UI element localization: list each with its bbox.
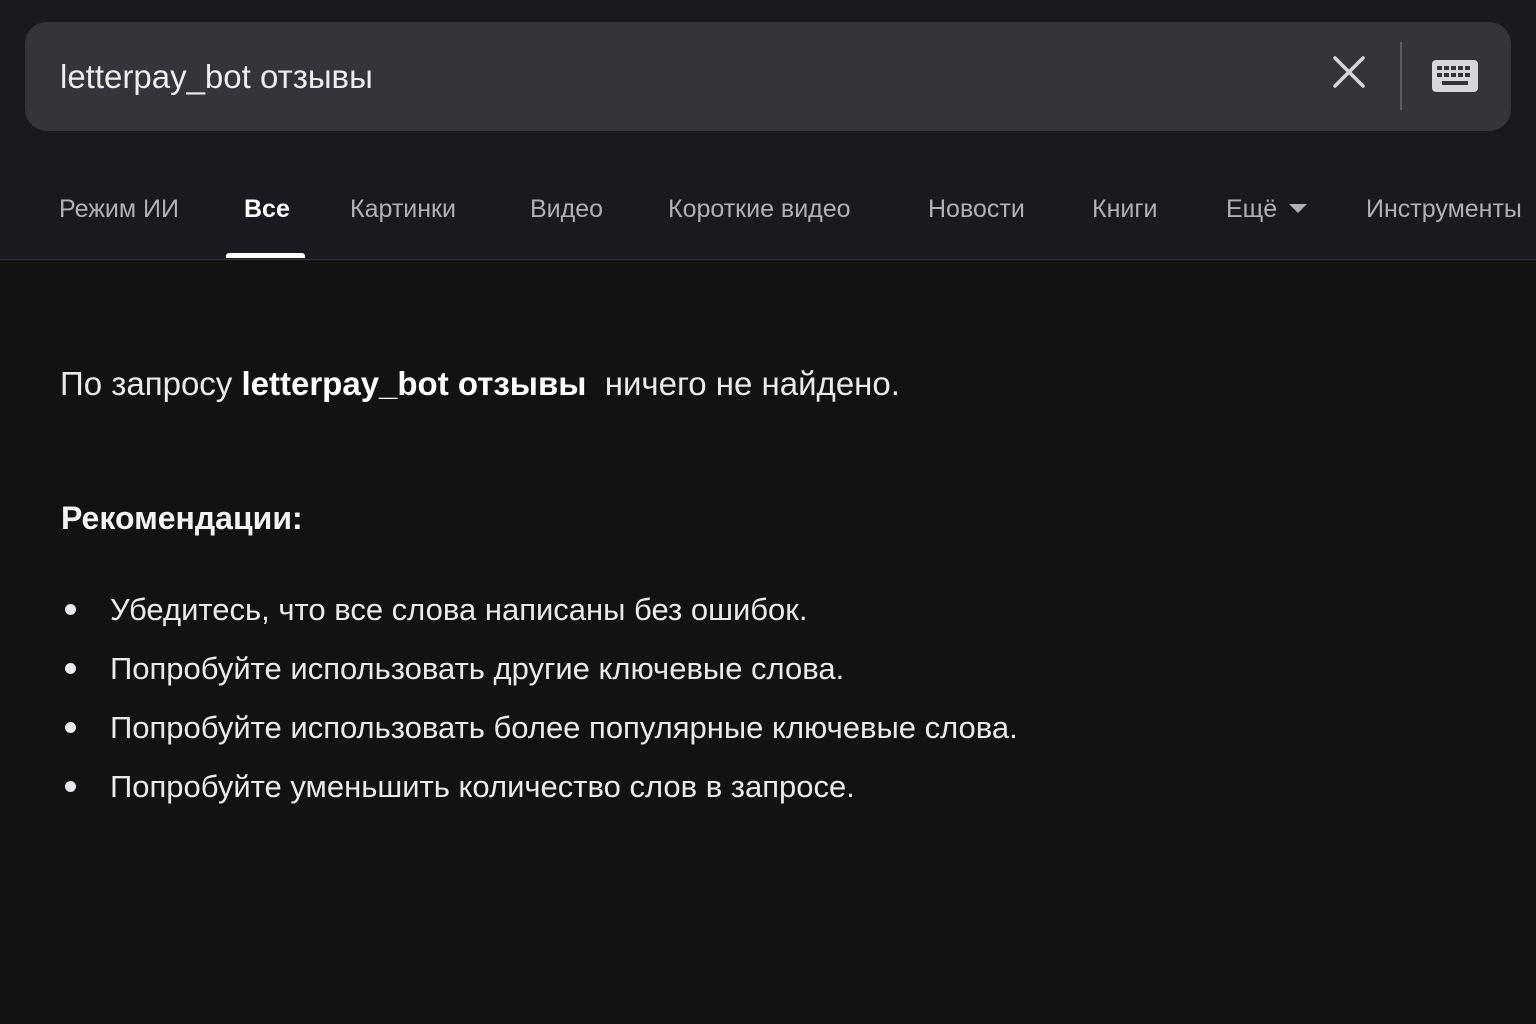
clear-search-button[interactable]: [1321, 44, 1377, 100]
tab-images[interactable]: Картинки: [350, 192, 456, 226]
caret-down-icon: [1289, 203, 1308, 213]
bullet-icon: [65, 722, 76, 733]
search-tabs: Режим ИИ Все Картинки Видео Короткие вид…: [0, 160, 1536, 260]
search-input[interactable]: letterpay_bot отзывы: [60, 22, 373, 131]
tab-more[interactable]: Ещё: [1226, 192, 1308, 226]
tab-books[interactable]: Книги: [1092, 192, 1157, 226]
recommendations-list: Убедитесь, что все слова написаны без ош…: [60, 580, 1018, 816]
recommendation-text: Попробуйте уменьшить количество слов в з…: [110, 769, 855, 804]
recommendation-text: Попробуйте использовать другие ключевые …: [110, 651, 845, 686]
bullet-icon: [65, 604, 76, 615]
no-results-prefix: По запросу: [60, 365, 233, 402]
keyboard-button[interactable]: [1423, 50, 1487, 102]
tab-news[interactable]: Новости: [928, 192, 1025, 226]
tab-all[interactable]: Все: [244, 192, 290, 226]
header: letterpay_bot отзывы Режим ИИ Все Картин…: [0, 0, 1536, 260]
tab-ai-mode[interactable]: Режим ИИ: [59, 192, 179, 226]
close-icon: [1333, 56, 1365, 88]
recommendations-title: Рекомендации:: [61, 500, 303, 536]
tab-videos[interactable]: Видео: [530, 192, 603, 226]
tab-tools[interactable]: Инструменты: [1366, 192, 1522, 226]
no-results-message: По запросу letterpay_bot отзывы ничего н…: [60, 365, 900, 403]
search-box[interactable]: letterpay_bot отзывы: [25, 22, 1511, 131]
active-tab-indicator: [226, 253, 305, 258]
tab-more-label: Ещё: [1226, 195, 1278, 223]
search-divider: [1400, 42, 1402, 110]
list-item: Убедитесь, что все слова написаны без ош…: [60, 580, 1018, 639]
bullet-icon: [65, 663, 76, 674]
list-item: Попробуйте использовать более популярные…: [60, 698, 1018, 757]
tab-short-videos[interactable]: Короткие видео: [668, 192, 851, 226]
no-results-query: letterpay_bot отзывы: [241, 365, 587, 402]
recommendation-text: Попробуйте использовать более популярные…: [110, 710, 1018, 745]
no-results-suffix: ничего не найдено.: [604, 365, 900, 402]
keyboard-icon: [1432, 60, 1478, 92]
list-item: Попробуйте уменьшить количество слов в з…: [60, 757, 1018, 816]
bullet-icon: [65, 781, 76, 792]
list-item: Попробуйте использовать другие ключевые …: [60, 639, 1018, 698]
recommendation-text: Убедитесь, что все слова написаны без ош…: [110, 592, 808, 627]
